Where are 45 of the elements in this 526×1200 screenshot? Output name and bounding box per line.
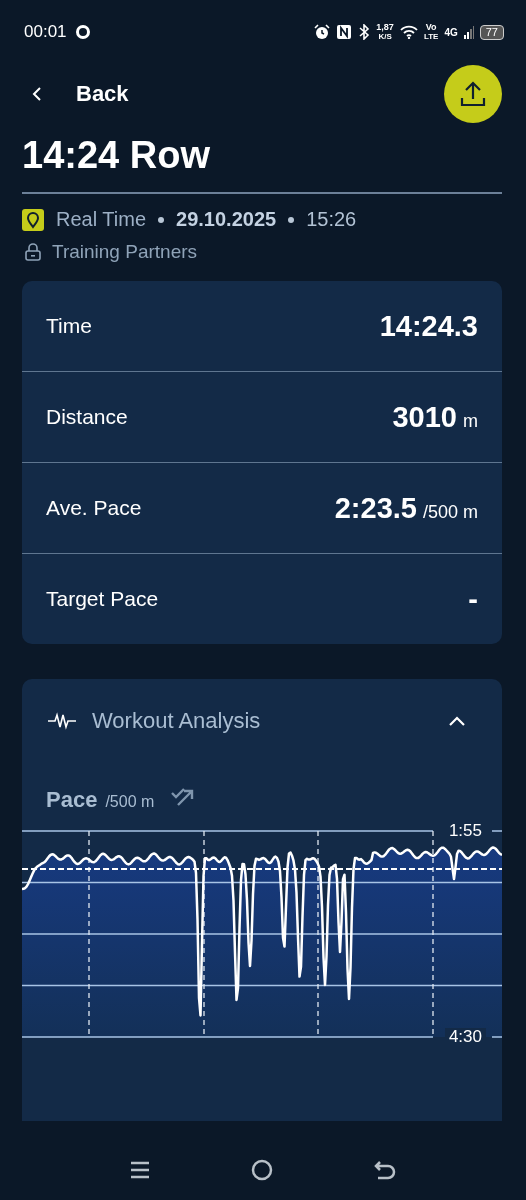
share-button[interactable] [444,65,502,123]
home-icon[interactable] [251,1159,273,1181]
network-speed: 1,87 [376,23,394,32]
volte-label: Vo [425,23,437,32]
stat-value: - [468,582,478,615]
upload-icon [458,79,488,109]
network-type: 4G [444,26,458,38]
battery-level: 77 [479,24,504,40]
stat-unit: /500 m [422,501,478,522]
back-icon[interactable] [373,1159,396,1181]
lock-icon [24,242,42,262]
lte-label: LTE [423,32,439,41]
waveform-icon [48,712,76,730]
stat-label: Target Pace [46,587,159,611]
workout-time: 15:26 [306,208,357,231]
trend-icon [170,787,195,807]
back-button[interactable]: Back [28,77,133,111]
chevron-left-icon [32,86,42,102]
stat-value: 3010 [392,400,457,433]
stat-value: 14:24.3 [379,309,478,342]
chart-title: Pace [46,787,98,813]
workout-mode: Real Time [56,208,147,231]
ring-icon [74,24,91,40]
section-title: Workout Analysis [92,708,262,734]
separator-dot-icon [158,216,165,223]
bluetooth-icon [358,24,371,40]
wifi-icon [399,25,418,39]
menu-icon[interactable] [130,1160,151,1180]
clock: 00:01 [24,22,67,42]
stat-label: Ave. Pace [46,496,142,520]
chart-unit: /500 m [105,793,155,811]
workout-date: 29.10.2025 [176,208,277,231]
separator-dot-icon [288,216,295,223]
workout-title: 14:24 Row [22,133,211,178]
pin-icon [22,208,44,231]
stat-label: Distance [46,405,128,429]
stat-unit: m [463,410,478,431]
privacy-label: Training Partners [52,241,198,263]
chevron-icon [448,715,466,727]
alarm-icon [314,24,331,40]
signal-icon [463,25,474,39]
speed-unit: K/S [378,32,392,41]
stat-label: Time [46,314,92,338]
stat-value: 2:23.5 [334,491,417,524]
nfc-icon [336,24,353,40]
